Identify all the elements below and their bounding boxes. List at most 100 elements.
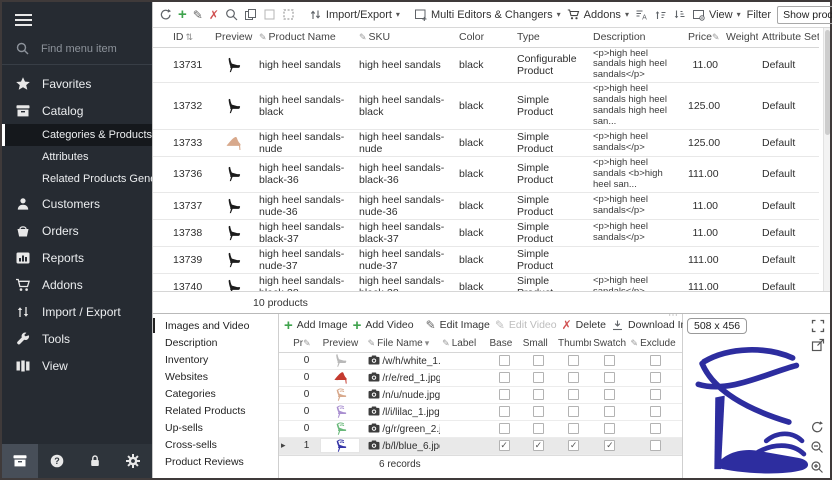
paste-special-button[interactable] [282,8,295,21]
edit-image-button[interactable]: ✎Edit Image [426,319,490,331]
tab-up-sells[interactable]: Up-sells [153,419,278,436]
col-price[interactable]: Price✎ [684,28,722,47]
sidebar-item-addons[interactable]: Addons [2,271,152,298]
small-checkbox[interactable] [533,406,544,417]
row-expander-icon[interactable]: ▸ [281,440,286,450]
small-checkbox[interactable]: ✓ [533,440,544,451]
swatch-checkbox[interactable] [604,406,615,417]
sort-descending-button[interactable] [673,8,686,21]
lock-button[interactable] [76,453,114,469]
swatch-checkbox[interactable] [604,372,615,383]
swatch-checkbox[interactable] [604,423,615,434]
col-sku[interactable]: ✎SKU [355,28,455,47]
tab-related-products[interactable]: Related Products [153,402,278,419]
tab-websites[interactable]: Websites [153,368,278,385]
delete-product-button[interactable]: ✗ [209,9,219,21]
base-checkbox[interactable] [499,355,510,366]
sidebar-item-view[interactable]: View [2,352,152,379]
image-row[interactable]: 0 /r/e/red_1.jpg [279,369,682,386]
thumbnail-checkbox[interactable] [568,423,579,434]
col-thumbnail[interactable]: Thumbna [556,336,591,352]
image-row[interactable]: 0 /n/u/nude.jpg [279,386,682,403]
col-base[interactable]: Base [488,336,521,352]
exclude-checkbox[interactable] [650,389,661,400]
rotate-icon[interactable] [810,420,824,434]
table-row[interactable]: 13739high heel sandals-nude-37high heel … [153,246,819,273]
col-description[interactable]: Description [589,28,684,47]
sidebar-item-related-products-generator[interactable]: Related Products Generator [2,168,152,190]
thumbnail-checkbox[interactable] [568,389,579,400]
col-preview[interactable]: Preview [315,336,365,352]
panel-resize-handle[interactable]: ⋯ [668,313,678,319]
small-checkbox[interactable] [533,389,544,400]
sidebar-item-catalog[interactable]: Catalog [2,97,152,124]
sidebar-item-import-export[interactable]: Import / Export [2,298,152,325]
thumbnail-checkbox[interactable]: ✓ [568,440,579,451]
sidebar-item-categories-products[interactable]: Categories & Products [2,124,152,146]
import-export-menu[interactable]: Import/Export▾ [309,8,400,21]
col-preview[interactable]: Preview [211,28,255,47]
add-video-button[interactable]: +Add Video [353,318,414,333]
col-small[interactable]: Small [521,336,556,352]
col-attribute-set[interactable]: Attribute Set Name [758,28,819,47]
help-button[interactable]: ? [38,453,76,469]
col-type[interactable]: Type [513,28,589,47]
tab-images-and-video[interactable]: Images and Video [153,317,278,334]
sort-alpha-button[interactable]: A [635,8,648,21]
sidebar-item-orders[interactable]: Orders [2,217,152,244]
filter-select[interactable]: Show products from selected categories ▾ [777,6,832,24]
edit-video-button[interactable]: ✎Edit Video [495,319,557,331]
paste-button[interactable] [263,8,276,21]
table-row[interactable]: 13736high heel sandals-black-36high heel… [153,156,819,192]
small-checkbox[interactable] [533,355,544,366]
sidebar-item-favorites[interactable]: Favorites [2,70,152,97]
col-swatch[interactable]: Swatch [591,336,628,352]
scrollbar-thumb[interactable] [825,30,830,135]
add-product-button[interactable]: + [178,7,187,22]
sidebar-search[interactable] [2,36,152,65]
image-row[interactable]: 0 /w/h/white_1.jpg [279,352,682,369]
col-label[interactable]: ✎Label [440,336,487,352]
view-menu[interactable]: View▾ [692,8,741,21]
col-color[interactable]: Color [455,28,513,47]
col-exclude[interactable]: ✎Exclude [629,336,682,352]
exclude-checkbox[interactable] [650,440,661,451]
image-row-selected[interactable]: ▸1 /b/l/blue_6.jpg✓✓✓✓ [279,437,682,454]
sidebar-item-tools[interactable]: Tools [2,325,152,352]
tab-product-reviews[interactable]: Product Reviews [153,453,278,470]
base-checkbox[interactable]: ✓ [499,440,510,451]
thumbnail-checkbox[interactable] [568,406,579,417]
sidebar-item-reports[interactable]: Reports [2,244,152,271]
addons-menu[interactable]: Addons▾ [567,8,629,21]
base-checkbox[interactable] [499,406,510,417]
refresh-button[interactable] [159,8,172,21]
hamburger-menu-icon[interactable] [2,2,152,36]
tab-categories[interactable]: Categories [153,385,278,402]
add-image-button[interactable]: +Add Image [284,318,348,333]
fullscreen-icon[interactable] [811,319,825,333]
multi-editors-menu[interactable]: Multi Editors & Changers▾ [414,8,561,21]
exclude-checkbox[interactable] [650,372,661,383]
table-row[interactable]: 13731high heel sandalshigh heel sandalsb… [153,47,819,83]
small-checkbox[interactable] [533,372,544,383]
swatch-checkbox[interactable] [604,355,615,366]
col-position[interactable]: Pr✎ [291,336,315,352]
copy-button[interactable] [244,8,257,21]
thumbnail-checkbox[interactable] [568,372,579,383]
image-row[interactable]: 0 /l/i/lilac_1.jpg [279,403,682,420]
exclude-checkbox[interactable] [650,423,661,434]
settings-button[interactable] [114,453,152,469]
tab-cross-sells[interactable]: Cross-sells [153,436,278,453]
base-checkbox[interactable] [499,389,510,400]
table-row[interactable]: 13733high heel sandals-nudehigh heel san… [153,129,819,156]
exclude-checkbox[interactable] [650,355,661,366]
table-row[interactable]: 13737high heel sandals-nude-36high heel … [153,192,819,219]
table-row[interactable]: 13732high heel sandals-blackhigh heel sa… [153,83,819,130]
image-row[interactable]: 0 /g/r/green_2.jpg [279,420,682,437]
search-button[interactable] [225,8,238,21]
open-external-icon[interactable] [811,338,825,352]
sort-ascending-button[interactable] [654,8,667,21]
select-all-header[interactable] [153,28,169,47]
vertical-scrollbar[interactable] [823,28,830,291]
thumbnail-checkbox[interactable] [568,355,579,366]
